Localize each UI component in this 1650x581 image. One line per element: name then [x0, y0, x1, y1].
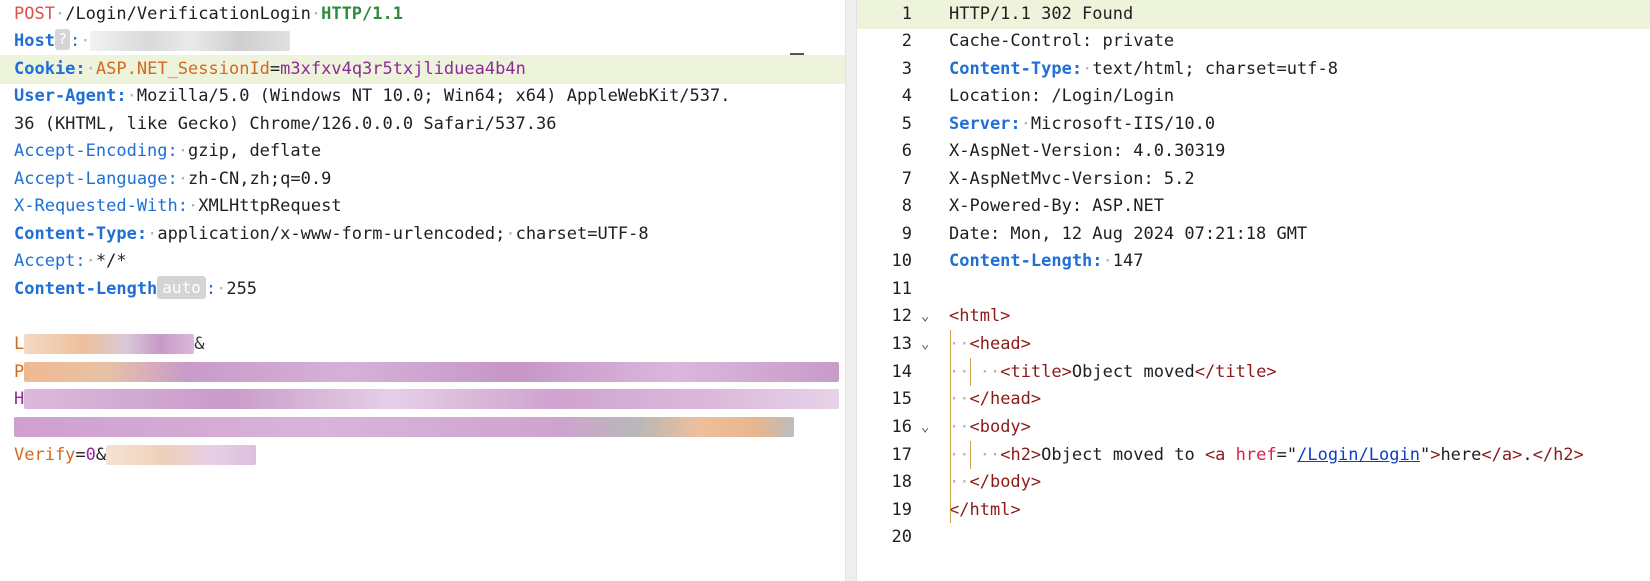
indent-guide — [950, 330, 951, 523]
redacted-param-3 — [24, 389, 840, 409]
response-line-20: 20 — [891, 527, 912, 547]
response-line-5: 5 Server:·Microsoft-IIS/10.0 — [901, 114, 1216, 134]
response-line-17: 17 ·· ··<h2>Object moved to <a href="/Log… — [891, 445, 1584, 465]
body-line-5: Verify=0& — [0, 441, 845, 470]
href-link[interactable]: /Login/Login — [1297, 445, 1420, 465]
accept-language-header: Accept-Language:·zh-CN,zh;q=0.9 — [14, 169, 332, 189]
auto-chip[interactable]: auto — [157, 276, 206, 299]
response-line-4: 4 Location: /Login/Login — [901, 86, 1175, 106]
body-line-2: P — [0, 358, 845, 387]
redacted-param-4 — [14, 417, 794, 437]
accept-encoding-header: Accept-Encoding:·gzip, deflate — [14, 141, 322, 161]
response-line-11: 11 — [891, 279, 912, 299]
redacted-param-5 — [106, 445, 257, 465]
response-line-18: 18 ··</body> — [891, 472, 1042, 492]
redacted-param-2 — [24, 362, 840, 382]
response-line-13: 13 ⌄ ··<head> — [857, 330, 1650, 359]
content-length-header: Content-Length auto:·255 — [14, 276, 258, 299]
response-line-10: 10 Content-Length:·147 — [891, 251, 1144, 271]
user-agent-header: User-Agent:·Mozilla/5.0 (Windows NT 10.0… — [14, 86, 731, 106]
accept-header: Accept:·*/* — [14, 251, 127, 271]
fold-chevron-icon[interactable]: ⌄ — [921, 302, 929, 331]
response-line-6: 6 X-AspNet-Version: 4.0.30319 — [901, 141, 1226, 161]
response-line-8: 8 X-Powered-By: ASP.NET — [901, 196, 1164, 216]
response-line-7: 7 X-AspNetMvc-Version: 5.2 — [901, 169, 1195, 189]
response-line-12: 12 ⌄ <html> — [857, 302, 1650, 331]
response-line-2: 2 Cache-Control: private — [901, 31, 1175, 51]
scroll-indicator[interactable] — [790, 53, 804, 55]
response-line-9: 9 Date: Mon, 12 Aug 2024 07:21:18 GMT — [901, 224, 1308, 244]
response-viewer[interactable]: 1 HTTP/1.1 302 Found 2 Cache-Control: priv… — [857, 0, 1650, 581]
user-agent-continued: 36 (KHTML, like Gecko) Chrome/126.0.0.0 … — [14, 114, 557, 134]
body-line-4 — [0, 413, 845, 442]
indent-guide — [970, 358, 971, 386]
cookie-header: Cookie:·ASP.NET_SessionId=m3xfxv4q3r5txj… — [0, 55, 845, 84]
host-header: Host?:· — [0, 27, 845, 56]
indent-guide — [970, 441, 971, 469]
redacted-param-1 — [24, 334, 195, 354]
fold-chevron-icon[interactable]: ⌄ — [921, 330, 929, 359]
x-requested-with-header: X-Requested-With:·XMLHttpRequest — [14, 196, 342, 216]
request-editor[interactable]: POST·/Login/VerificationLogin·HTTP/1.1 H… — [0, 0, 845, 581]
response-line-14: 14 ·· ··<title>Object moved</title> — [891, 362, 1277, 382]
body-line-1: L & — [14, 334, 205, 354]
response-line-1: 1 HTTP/1.1 302 Found — [857, 0, 1650, 29]
response-line-16: 16 ⌄ ··<body> — [857, 413, 1650, 442]
body-line-3: H — [0, 385, 845, 414]
pane-divider[interactable] — [845, 0, 857, 581]
request-line: POST·/Login/VerificationLogin·HTTP/1.1 — [14, 4, 403, 24]
content-type-header: Content-Type:·application/x-www-form-url… — [14, 224, 649, 244]
response-line-19: 19 </html> — [891, 500, 1021, 520]
host-chip[interactable]: ? — [54, 29, 70, 50]
fold-chevron-icon[interactable]: ⌄ — [921, 413, 929, 442]
response-line-15: 15 ··</head> — [891, 389, 1042, 409]
redacted-host — [90, 31, 291, 51]
response-line-3: 3 Content-Type:·text/html; charset=utf-8 — [901, 59, 1338, 79]
